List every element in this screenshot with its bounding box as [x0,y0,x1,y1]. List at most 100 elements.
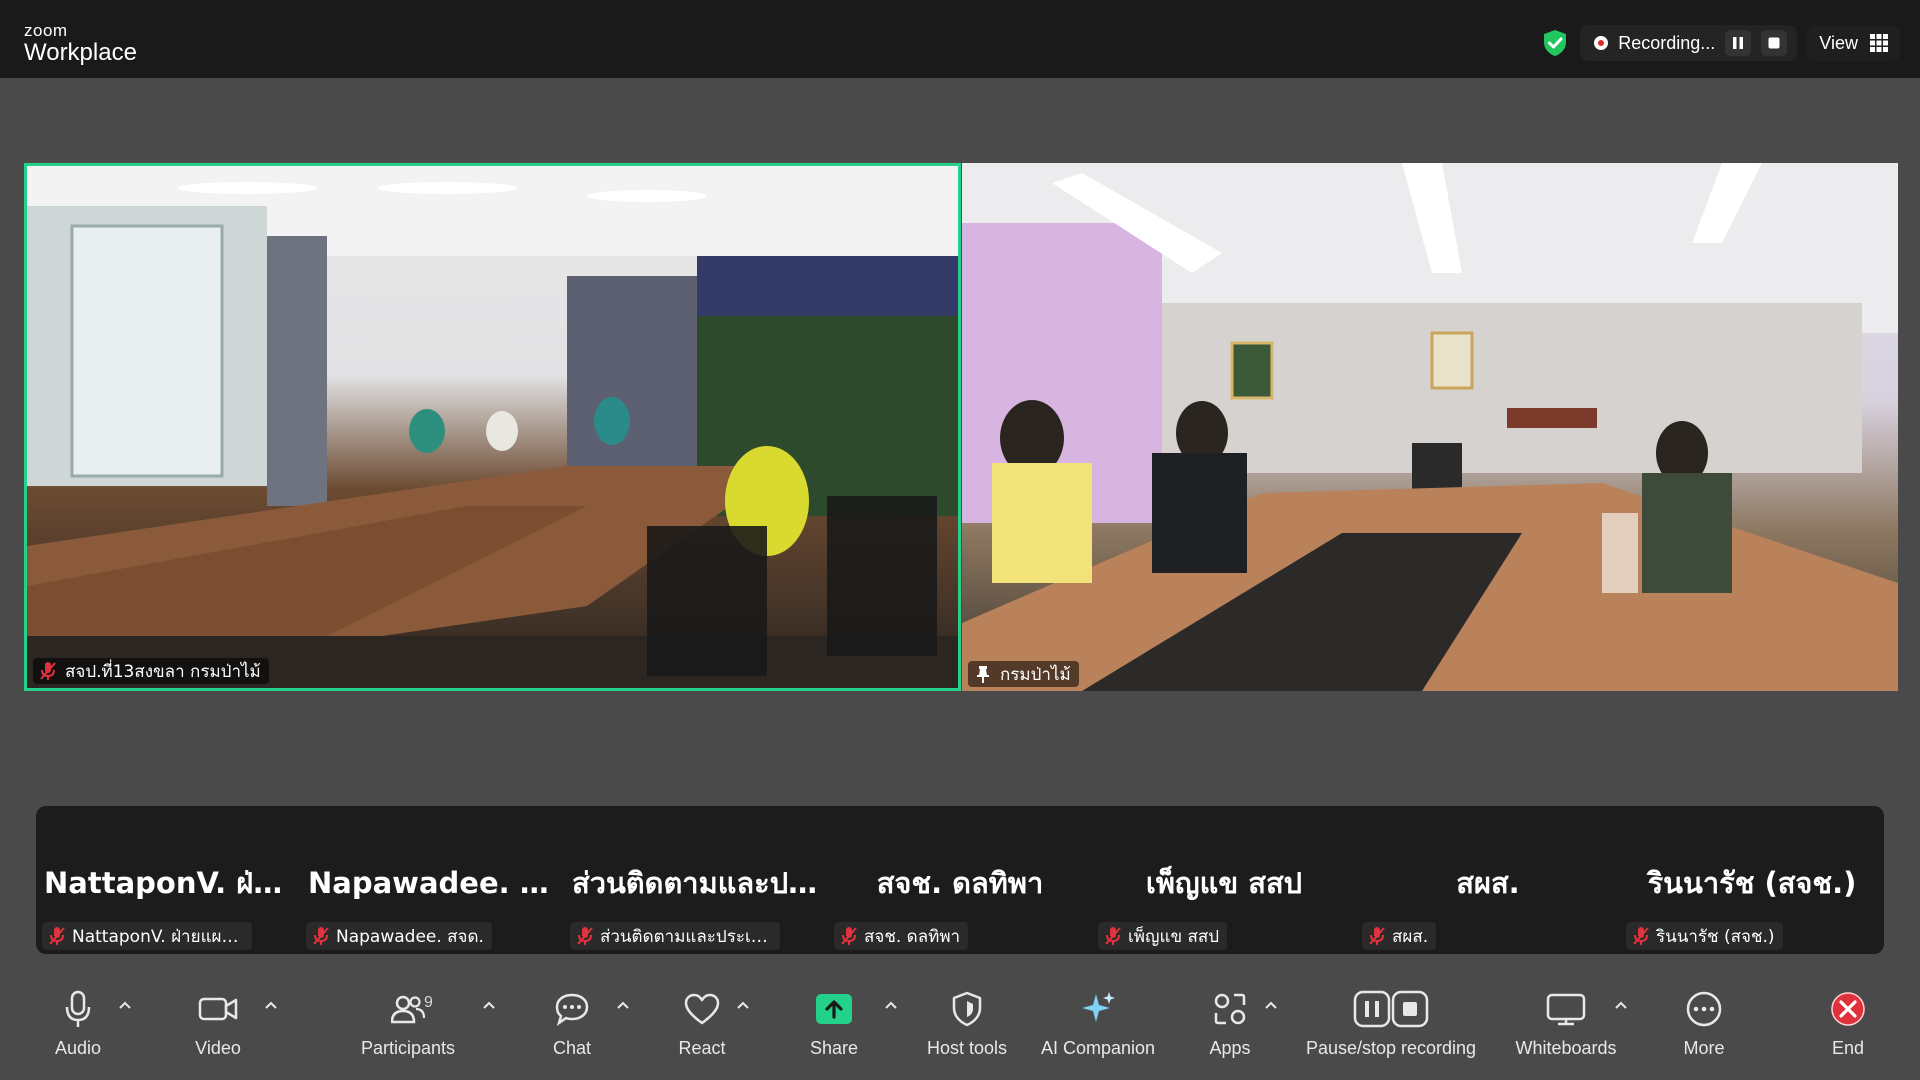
apps-options-chevron-up-icon[interactable] [1262,996,1280,1014]
share-label: Share [809,1038,859,1058]
whiteboard-icon [1542,986,1590,1032]
participant-display-name: ส่วนติดตามและป... [572,866,822,900]
participant-thumbnail[interactable]: สจช. ดลทิพา สจช. ดลทิพา [828,806,1092,954]
end-meeting-button[interactable]: End [1822,986,1874,1076]
whiteboards-button[interactable]: Whiteboards [1512,986,1620,1076]
participant-display-name: NattaponV. ฝ่าย... [44,866,300,900]
audio-options-chevron-up-icon[interactable] [116,996,134,1014]
participants-count: 9 [424,994,433,1011]
brand-line-2: Workplace [24,39,137,66]
more-button[interactable]: More [1678,986,1730,1076]
participant-name-label: NattaponV. ฝ่ายแผน... [42,922,252,950]
chat-label: Chat [552,1038,592,1058]
share-screen-icon [810,986,858,1032]
chat-options-chevron-up-icon[interactable] [614,996,632,1014]
participant-name-label: ส่วนติดตามและประเมิ... [570,922,780,950]
participants-options-chevron-up-icon[interactable] [480,996,498,1014]
muted-microphone-icon [1633,927,1649,945]
share-options-chevron-up-icon[interactable] [882,996,900,1014]
video-options-chevron-up-icon[interactable] [262,996,280,1014]
end-label: End [1831,1038,1865,1058]
participant-thumbnail[interactable]: สผส. สผส. [1356,806,1620,954]
participant-thumbnail[interactable]: ส่วนติดตามและป... ส่วนติดตามและประเมิ... [564,806,828,954]
meeting-room-video-feed [27,166,958,688]
participant-thumbnail-strip: NattaponV. ฝ่าย... NattaponV. ฝ่ายแผน...… [36,806,1884,954]
host-shield-icon [943,986,991,1032]
more-dots-icon [1680,986,1728,1032]
muted-microphone-icon [1105,927,1121,945]
audio-button[interactable]: Audio [50,986,106,1076]
video-tile-active-speaker[interactable]: สจป.ที่13สงขลา กรมป่าไม้ [24,163,961,691]
tile-name-label: กรมป่าไม้ [968,661,1079,687]
tile-participant-name: สจป.ที่13สงขลา กรมป่าไม้ [65,661,261,682]
apps-button[interactable]: Apps [1204,986,1256,1076]
chat-bubble-icon [548,986,596,1032]
react-button[interactable]: React [676,986,728,1076]
participants-icon: 9 [384,986,433,1032]
muted-microphone-icon [49,927,65,945]
pause-stop-recording-icon [1351,986,1431,1032]
stop-icon [1768,37,1780,49]
apps-icon [1206,986,1254,1032]
stop-recording-button[interactable] [1761,30,1788,56]
participant-label-text: NattaponV. ฝ่ายแผน... [72,926,244,947]
participant-thumbnail[interactable]: รินนารัช (สจช.) รินนารัช (สจช.) [1620,806,1884,954]
participant-thumbnail[interactable]: NattaponV. ฝ่าย... NattaponV. ฝ่ายแผน... [36,806,300,954]
recording-dot-icon [1594,36,1609,50]
tile-name-label: สจป.ที่13สงขลา กรมป่าไม้ [33,658,269,684]
participant-display-name: Napawadee. สจด. [308,866,564,900]
top-bar: zoom Workplace Recording... View [0,0,1920,78]
view-label: View [1819,32,1858,53]
share-button[interactable]: Share [808,986,860,1076]
whiteboards-label: Whiteboards [1515,1038,1617,1058]
pause-icon [1733,37,1744,49]
host-tools-label: Host tools [926,1038,1008,1058]
microphone-icon [54,986,102,1032]
ai-companion-button[interactable]: AI Companion [1038,986,1158,1076]
participant-display-name: รินนารัช (สจช.) [1647,866,1857,900]
chat-button[interactable]: Chat [546,986,598,1076]
recording-indicator: Recording... [1580,25,1798,61]
audio-label: Audio [54,1038,102,1058]
muted-microphone-icon [40,662,56,680]
muted-microphone-icon [313,927,329,945]
react-label: React [678,1038,726,1058]
ai-sparkle-icon [1074,986,1122,1032]
participant-label-text: สผส. [1392,926,1429,947]
participant-name-label: เพ็ญแข สสป [1098,922,1228,950]
video-tile-pinned[interactable]: กรมป่าไม้ [962,163,1898,691]
recording-label: Recording... [1618,32,1716,53]
video-label: Video [195,1038,241,1058]
participant-thumbnail[interactable]: Napawadee. สจด. Napawadee. สจด. [300,806,564,954]
pause-stop-recording-label: Pause/stop recording [1305,1038,1477,1058]
host-tools-button[interactable]: Host tools [922,986,1012,1076]
participant-display-name: เพ็ญแข สสป [1145,866,1303,900]
pause-recording-button[interactable] [1725,30,1752,56]
brand-line-1: zoom [24,21,68,40]
react-options-chevron-up-icon[interactable] [734,996,752,1014]
participant-thumbnail[interactable]: เพ็ญแข สสป เพ็ญแข สสป [1092,806,1356,954]
whiteboards-options-chevron-up-icon[interactable] [1612,996,1630,1014]
more-label: More [1683,1038,1725,1058]
heart-icon [678,986,726,1032]
encryption-shield-icon[interactable] [1540,28,1570,58]
pin-icon [977,666,989,683]
participant-name-label: รินนารัช (สจช.) [1626,922,1783,950]
pause-stop-recording-button[interactable]: Pause/stop recording [1300,986,1482,1076]
participant-name-label: Napawadee. สจด. [306,922,492,950]
participant-label-text: สจช. ดลทิพา [864,926,961,947]
apps-label: Apps [1209,1038,1251,1058]
muted-microphone-icon [1369,927,1385,945]
zoom-workplace-logo: zoom Workplace [24,22,137,65]
participant-label-text: Napawadee. สจด. [336,926,484,947]
video-button[interactable]: Video [190,986,246,1076]
participant-label-text: ส่วนติดตามและประเมิ... [600,926,772,947]
ai-companion-label: AI Companion [1040,1038,1156,1058]
meeting-toolbar: Audio Video 9 Participants Chat React Sh… [0,980,1920,1080]
view-button[interactable]: View [1807,25,1900,61]
muted-microphone-icon [841,927,857,945]
end-close-icon [1824,986,1872,1032]
grid-view-icon [1870,34,1888,52]
camera-icon [194,986,242,1032]
participants-button[interactable]: 9 Participants [356,986,460,1076]
